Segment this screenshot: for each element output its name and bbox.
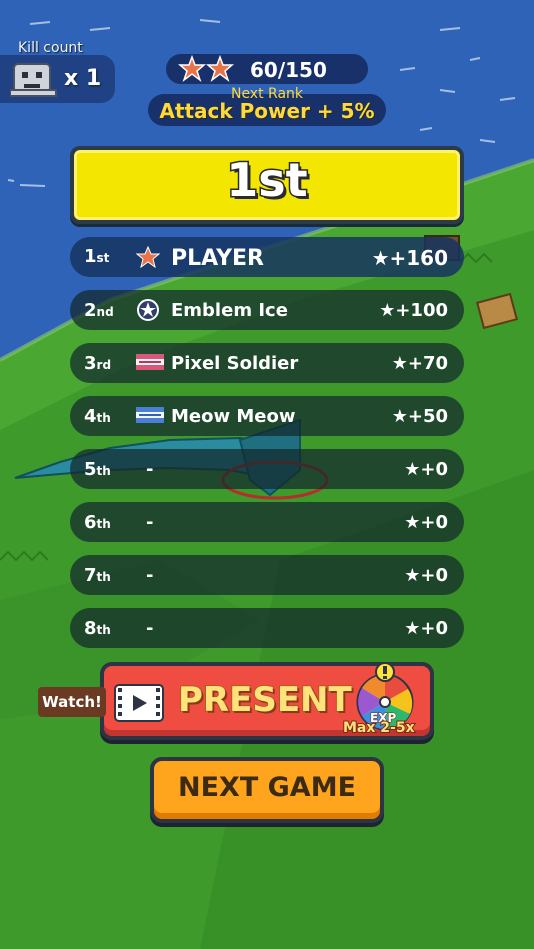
row-name: - [146,565,154,586]
rank-stars [177,54,236,87]
row-name: PLAYER [171,246,264,271]
row-score: ★+0 [404,618,448,639]
row-score: ★+0 [404,565,448,586]
watch-ad-label: Watch! [38,687,106,717]
next-rank-bonus: Attack Power + 5% [159,99,375,123]
row-name: - [146,618,154,639]
row-name: - [146,459,154,480]
row-position: 3rd [84,353,112,374]
row-score: ★+0 [404,459,448,480]
final-place: 1st [225,152,309,209]
kill-count-label: Kill count [18,40,83,56]
row-position: 6th [84,512,111,533]
flag-icon [136,354,164,374]
row-position: 8th [84,618,111,639]
row-position: 1st [84,246,110,267]
multiplier-label: Max 2-5x [342,719,416,737]
row-name: Meow Meow [171,406,296,427]
row-score: ★+50 [391,406,448,427]
video-play-icon [114,684,164,726]
row-score: ★+70 [391,353,448,374]
row-name: - [146,512,154,533]
row-position: 5th [84,459,111,480]
row-name: Emblem Ice [171,300,288,321]
emblem-star-icon [136,298,160,326]
row-score: ★+0 [404,512,448,533]
flag-icon [136,407,164,427]
present-label: PRESENT [177,679,353,721]
row-position: 4th [84,406,111,427]
star-icon [177,54,235,83]
rank-progress-value: 60/150 [250,58,327,82]
row-score: ★+100 [379,300,448,321]
next-game-label: NEXT GAME [177,772,357,803]
star-icon [135,245,161,272]
alert-icon [375,662,395,682]
row-position: 7th [84,565,111,586]
row-score: ★+160 [371,246,448,270]
row-position: 2nd [84,300,114,321]
row-name: Pixel Soldier [171,353,299,374]
